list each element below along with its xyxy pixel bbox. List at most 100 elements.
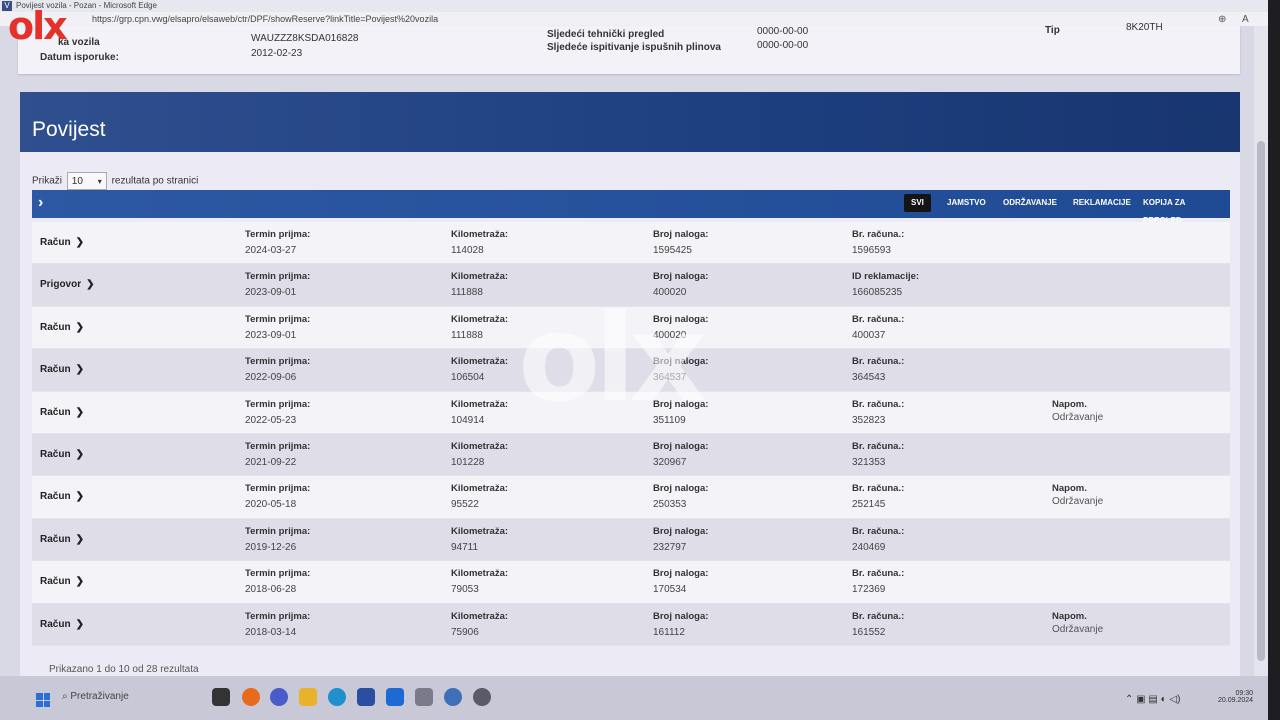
history-row[interactable]: Račun ❯ Termin prijma: 2018-06-28 Kilomet… (32, 561, 1230, 604)
row-type[interactable]: Račun ❯ (40, 449, 84, 460)
page-size-select[interactable]: 10 ▾ (66, 172, 107, 190)
clock[interactable]: 09:30 20.09.2024 (1218, 690, 1253, 704)
order-value: 250353 (653, 499, 687, 511)
chevron-right-icon: ❯ (75, 491, 84, 503)
type-value: 8K20TH (1126, 22, 1163, 33)
app-icon[interactable] (242, 688, 260, 706)
page-scrollbar[interactable] (1254, 26, 1268, 676)
file-icon[interactable] (212, 688, 230, 706)
date-label: Termin prijma: (245, 271, 311, 283)
row-type[interactable]: Račun ❯ (40, 322, 84, 333)
km-label: Kilometraža: (451, 271, 509, 283)
chevron-right-icon: ❯ (75, 576, 84, 588)
filter-tab-maintenance[interactable]: ODRŽAVANJE (996, 194, 1064, 212)
date-value: 2024-03-27 (245, 245, 297, 256)
system-tray[interactable]: ⌃ ▣ ▤ ◐ ◁) (1125, 694, 1180, 705)
filter-tab-all[interactable]: SVI (904, 194, 931, 212)
chat-icon[interactable] (270, 688, 288, 706)
history-list: Račun ❯ Termin prijma: 2024-03-27 Kilomet… (32, 222, 1230, 646)
km-value: 104914 (451, 414, 485, 426)
row-type[interactable]: Prigovor ❯ (40, 279, 95, 290)
vehicle-info-card: ka vozila WAUZZZ8KSDA016828 Datum isporu… (18, 22, 1240, 74)
chevron-down-icon: ▾ (97, 177, 102, 186)
results-summary: Prikazano 1 do 10 od 28 rezultata (49, 664, 199, 675)
number-label: Br. računa.: (852, 610, 905, 622)
chevron-right-icon: ❯ (75, 321, 84, 333)
history-row[interactable]: Račun ❯ Termin prijma: 2019-12-26 Kilomet… (32, 518, 1230, 562)
km-value: 94711 (451, 541, 479, 553)
zoom-icon[interactable]: ⊕ (1218, 13, 1226, 27)
order-value: 320967 (653, 456, 687, 468)
number-value: 240469 (852, 541, 886, 553)
note-value: Održavanje (1052, 496, 1104, 508)
edge-icon[interactable] (328, 688, 346, 706)
folder-icon[interactable] (299, 688, 317, 706)
row-type[interactable]: Račun ❯ (40, 491, 84, 502)
km-label: Kilometraža: (451, 525, 509, 537)
number-value: 172369 (852, 584, 886, 596)
globe-icon[interactable] (473, 688, 491, 706)
row-type[interactable]: Račun ❯ (40, 576, 84, 587)
outlook-icon[interactable] (386, 688, 404, 706)
history-row[interactable]: Račun ❯ Termin prijma: 2024-03-27 Kilomet… (32, 222, 1230, 265)
km-value: 111888 (451, 287, 483, 299)
date-label: Termin prijma: (245, 356, 311, 368)
km-value: 111888 (451, 329, 483, 341)
number-value: 400037 (852, 329, 886, 341)
km-label: Kilometraža: (451, 398, 509, 410)
order-value: 161112 (653, 626, 685, 638)
emission-label: Sljedeće ispitivanje ispušnih plinova (547, 42, 721, 53)
chevron-right-icon[interactable]: › (38, 194, 43, 212)
address-bar[interactable]: https://grp.cpn.vwg/elsapro/elsaweb/ctr/… (0, 12, 1280, 26)
document-icon[interactable] (415, 688, 433, 706)
history-title: Povijest (32, 118, 106, 141)
date-label: Termin prijma: (245, 313, 311, 325)
order-value: 170534 (653, 584, 687, 596)
read-aloud-icon[interactable]: A (1242, 13, 1249, 27)
number-value: 364543 (852, 372, 886, 384)
scrollbar-thumb[interactable] (1257, 141, 1265, 661)
vin-value: WAUZZZ8KSDA016828 (251, 33, 359, 44)
url-text[interactable]: https://grp.cpn.vwg/elsapro/elsaweb/ctr/… (92, 12, 438, 26)
history-row[interactable]: Račun ❯ Termin prijma: 2020-05-18 Kilomet… (32, 476, 1230, 519)
date-value: 2023-09-01 (245, 287, 297, 299)
date-value: 2023-09-01 (245, 329, 297, 341)
number-value: 352823 (852, 414, 886, 426)
km-label: Kilometraža: (451, 610, 509, 622)
date-label: Termin prijma: (245, 398, 311, 410)
history-row[interactable]: Račun ❯ Termin prijma: 2021-09-22 Kilomet… (32, 433, 1230, 477)
clock-date: 20.09.2024 (1218, 697, 1254, 704)
windows-start-icon[interactable] (36, 693, 50, 707)
row-type[interactable]: Račun ❯ (40, 407, 84, 418)
km-label: Kilometraža: (451, 440, 509, 452)
number-label: Br. računa.: (852, 568, 905, 580)
date-label: Termin prijma: (245, 568, 311, 580)
number-label: Br. računa.: (852, 483, 905, 495)
store-icon[interactable] (357, 688, 375, 706)
row-type[interactable]: Račun ❯ (40, 364, 84, 375)
type-label: Tip (1045, 25, 1060, 36)
history-row[interactable]: Račun ❯ Termin prijma: 2018-03-14 Kilomet… (32, 603, 1230, 646)
olx-logo: olx (8, 4, 68, 48)
note-label: Napom. (1052, 483, 1087, 495)
order-value: 232797 (653, 541, 687, 553)
filter-tab-warranty[interactable]: JAMSTVO (940, 194, 993, 212)
number-label: Br. računa.: (852, 313, 905, 325)
row-type[interactable]: Račun ❯ (40, 534, 84, 545)
filter-tab-complaints[interactable]: REKLAMACIJE (1066, 194, 1138, 212)
number-label: Br. računa.: (852, 356, 905, 368)
date-label: Termin prijma: (245, 483, 311, 495)
taskbar-search[interactable]: ⌕ Pretraživanje (62, 691, 129, 702)
km-value: 106504 (451, 372, 485, 384)
chevron-right-icon: ❯ (75, 364, 84, 376)
page-size-value: 10 (71, 176, 83, 187)
number-value: 166085235 (852, 287, 903, 299)
chevron-right-icon: ❯ (75, 406, 84, 418)
row-type[interactable]: Račun ❯ (40, 619, 84, 630)
filter-tab-inspection-copy[interactable]: KOPIJA ZA PREGLED (1136, 194, 1230, 225)
row-type[interactable]: Račun ❯ (40, 237, 84, 248)
network-icon[interactable] (444, 688, 462, 706)
km-label: Kilometraža: (451, 356, 509, 368)
clock-time: 09:30 (1235, 690, 1254, 697)
monitor-bezel (1268, 0, 1280, 720)
